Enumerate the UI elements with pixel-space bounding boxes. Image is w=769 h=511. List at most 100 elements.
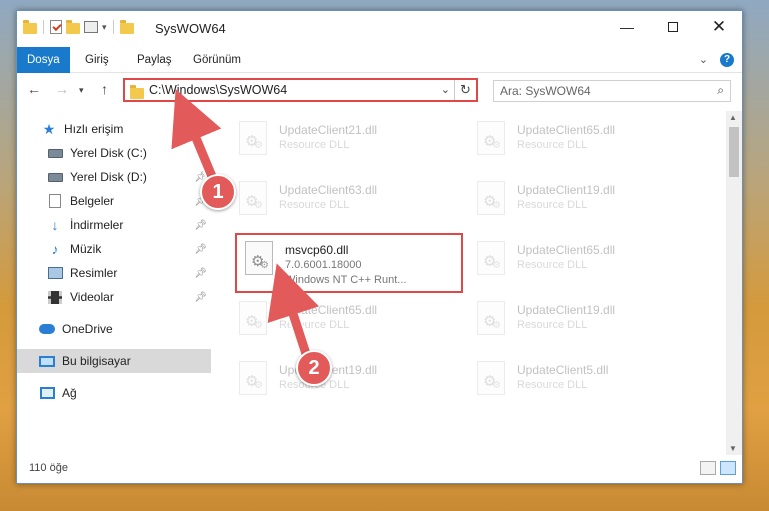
sidebar-item-documents[interactable]: Belgeler 📌︎ xyxy=(47,189,211,213)
dll-file-icon xyxy=(239,361,267,395)
computer-icon xyxy=(39,354,55,368)
properties-check-icon[interactable] xyxy=(50,20,62,34)
file-description: Resource DLL xyxy=(517,319,588,331)
file-item[interactable]: UpdateClient19.dll Resource DLL xyxy=(469,295,689,351)
cloud-icon xyxy=(39,322,55,336)
annotation-badge-2: 2 xyxy=(296,350,332,386)
tab-view[interactable]: Görünüm xyxy=(183,47,251,73)
title-bar: ▾ SysWOW64 — ✕ xyxy=(17,11,742,47)
tab-share[interactable]: Paylaş xyxy=(127,47,182,73)
help-icon[interactable]: ? xyxy=(720,53,734,67)
search-icon: ⌕ xyxy=(717,83,724,97)
expand-ribbon-icon[interactable]: ⌄ xyxy=(699,53,708,67)
address-dropdown-icon[interactable]: ⌄ xyxy=(441,83,450,96)
sidebar-item-label: İndirmeler xyxy=(70,218,124,232)
file-item[interactable]: UpdateClient19.dll Resource DLL xyxy=(469,175,689,231)
file-item[interactable]: UpdateClient19.dll Resource DLL xyxy=(231,355,451,411)
file-description: Resource DLL xyxy=(517,259,588,271)
folder-icon[interactable] xyxy=(23,19,37,34)
network-icon xyxy=(39,386,55,400)
pin-icon[interactable]: 📌︎ xyxy=(194,220,207,231)
new-folder-icon[interactable] xyxy=(66,19,80,34)
refresh-icon[interactable]: ↻ xyxy=(454,80,476,100)
tab-file[interactable]: Dosya xyxy=(17,47,70,73)
sidebar-item-music[interactable]: ♪ Müzik 📌︎ xyxy=(47,237,211,261)
file-item[interactable]: UpdateClient5.dll Resource DLL xyxy=(469,355,689,411)
back-arrow-icon[interactable]: ← xyxy=(27,81,41,97)
sidebar-item-this-pc[interactable]: Bu bilgisayar xyxy=(17,349,211,373)
pictures-icon xyxy=(47,266,63,280)
file-item[interactable]: UpdateClient65.dll Resource DLL xyxy=(469,115,689,171)
file-name: UpdateClient19.dll xyxy=(517,303,616,317)
chevron-down-icon[interactable]: ▾ xyxy=(102,22,107,33)
sidebar-item-label: Hızlı erişim xyxy=(64,122,124,136)
file-item[interactable]: UpdateClient65.dll Resource DLL xyxy=(469,235,689,291)
dll-file-icon xyxy=(477,301,505,335)
scrollbar-thumb[interactable] xyxy=(729,127,739,177)
quick-access-toolbar: ▾ xyxy=(23,19,134,34)
scroll-down-icon[interactable]: ▼ xyxy=(729,444,737,453)
file-name: UpdateClient63.dll xyxy=(279,183,378,197)
sidebar-item-quick-access[interactable]: ★ Hızlı erişim xyxy=(41,117,211,141)
sidebar-item-label: Yerel Disk (C:) xyxy=(70,146,147,160)
dll-file-icon xyxy=(239,181,267,215)
file-item-msvcp60[interactable]: msvcp60.dll 7.0.6001.18000 Windows NT C+… xyxy=(235,233,463,293)
maximize-button[interactable] xyxy=(650,11,696,43)
up-arrow-icon[interactable]: ↑ xyxy=(101,81,108,97)
address-bar[interactable]: C:\Windows\SysWOW64 ⌄ ↻ xyxy=(123,78,478,102)
file-item[interactable]: UpdateClient63.dll Resource DLL xyxy=(231,175,451,231)
dll-file-icon xyxy=(477,361,505,395)
file-item[interactable]: UpdateClient65.dll Resource DLL xyxy=(231,295,451,351)
minimize-button[interactable]: — xyxy=(604,11,650,43)
sidebar-item-label: Ağ xyxy=(62,386,77,400)
pin-icon[interactable]: 📌︎ xyxy=(194,244,207,255)
maximize-icon xyxy=(668,22,678,32)
window-folder-icon xyxy=(119,19,134,34)
search-box[interactable]: Ara: SysWOW64 ⌕ xyxy=(493,80,731,102)
file-name: msvcp60.dll xyxy=(285,243,349,257)
tiles-view-icon[interactable] xyxy=(720,461,736,475)
drive-icon xyxy=(47,146,63,160)
document-icon xyxy=(47,194,63,208)
sidebar-item-label: Videolar xyxy=(70,290,114,304)
sidebar-item-downloads[interactable]: ↓ İndirmeler 📌︎ xyxy=(47,213,211,237)
sidebar-item-videos[interactable]: Videolar 📌︎ xyxy=(47,285,211,309)
file-description: Resource DLL xyxy=(279,199,350,211)
pin-icon[interactable]: 📌︎ xyxy=(194,268,207,279)
file-name: UpdateClient5.dll xyxy=(517,363,609,377)
file-name: UpdateClient65.dll xyxy=(279,303,378,317)
details-view-icon[interactable] xyxy=(700,461,716,475)
close-button[interactable]: ✕ xyxy=(696,11,742,43)
properties-icon[interactable] xyxy=(84,21,98,33)
view-toggle xyxy=(700,461,736,475)
annotation-badge-1: 1 xyxy=(200,174,236,210)
window-title: SysWOW64 xyxy=(155,21,226,36)
sidebar-item-local-disk-c[interactable]: Yerel Disk (C:) xyxy=(47,141,211,165)
file-description: Windows NT C++ Runt... xyxy=(285,274,407,286)
sidebar-item-local-disk-d[interactable]: Yerel Disk (D:) 📌︎ xyxy=(47,165,211,189)
file-description: Resource DLL xyxy=(517,199,588,211)
scroll-up-icon[interactable]: ▲ xyxy=(729,113,737,122)
sidebar-item-pictures[interactable]: Resimler 📌︎ xyxy=(47,261,211,285)
status-bar: 110 öğe xyxy=(17,455,742,483)
dll-file-icon xyxy=(245,241,273,275)
recent-locations-icon[interactable]: ▾ xyxy=(79,85,84,96)
video-icon xyxy=(47,290,63,304)
dll-file-icon xyxy=(477,181,505,215)
tab-home[interactable]: Giriş xyxy=(75,47,119,73)
star-icon: ★ xyxy=(42,120,56,137)
address-folder-icon xyxy=(130,85,144,99)
file-description: Resource DLL xyxy=(517,139,588,151)
file-item[interactable]: UpdateClient21.dll Resource DLL xyxy=(231,115,451,171)
vertical-scrollbar[interactable]: ▲ ▼ xyxy=(726,111,742,455)
forward-arrow-icon[interactable]: → xyxy=(55,81,69,97)
sidebar-item-network[interactable]: Ağ xyxy=(39,381,211,405)
pin-icon[interactable]: 📌︎ xyxy=(194,292,207,303)
file-list: UpdateClient21.dll Resource DLL UpdateCl… xyxy=(213,111,725,455)
file-description: Resource DLL xyxy=(517,379,588,391)
sidebar-item-label: Yerel Disk (D:) xyxy=(70,170,147,184)
sidebar-item-onedrive[interactable]: OneDrive xyxy=(39,317,211,341)
file-name: UpdateClient21.dll xyxy=(279,123,378,137)
sidebar-item-label: Belgeler xyxy=(70,194,115,208)
search-placeholder: Ara: SysWOW64 xyxy=(500,84,591,98)
